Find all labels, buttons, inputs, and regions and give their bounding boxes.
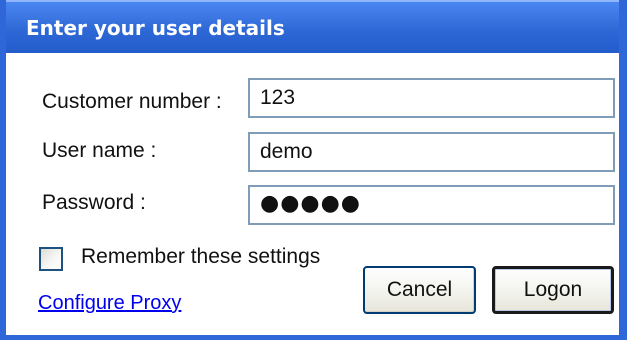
customer-number-field[interactable]: 123	[248, 78, 615, 118]
password-field[interactable]: ●●●●●	[248, 185, 615, 225]
user-name-label: User name :	[42, 139, 157, 162]
logon-button[interactable]: Logon	[492, 266, 614, 314]
title-bar: Enter your user details	[6, 0, 619, 53]
configure-proxy-link[interactable]: Configure Proxy	[38, 291, 181, 315]
user-details-dialog: Enter your user details Customer number …	[0, 0, 627, 340]
password-label: Password :	[42, 191, 146, 214]
cancel-button[interactable]: Cancel	[363, 266, 476, 314]
remember-settings-label[interactable]: Remember these settings	[81, 245, 320, 269]
user-name-field[interactable]: demo	[248, 132, 615, 172]
remember-settings-checkbox[interactable]	[39, 247, 63, 271]
dialog-title: Enter your user details	[26, 16, 285, 40]
customer-number-label: Customer number :	[42, 90, 222, 113]
